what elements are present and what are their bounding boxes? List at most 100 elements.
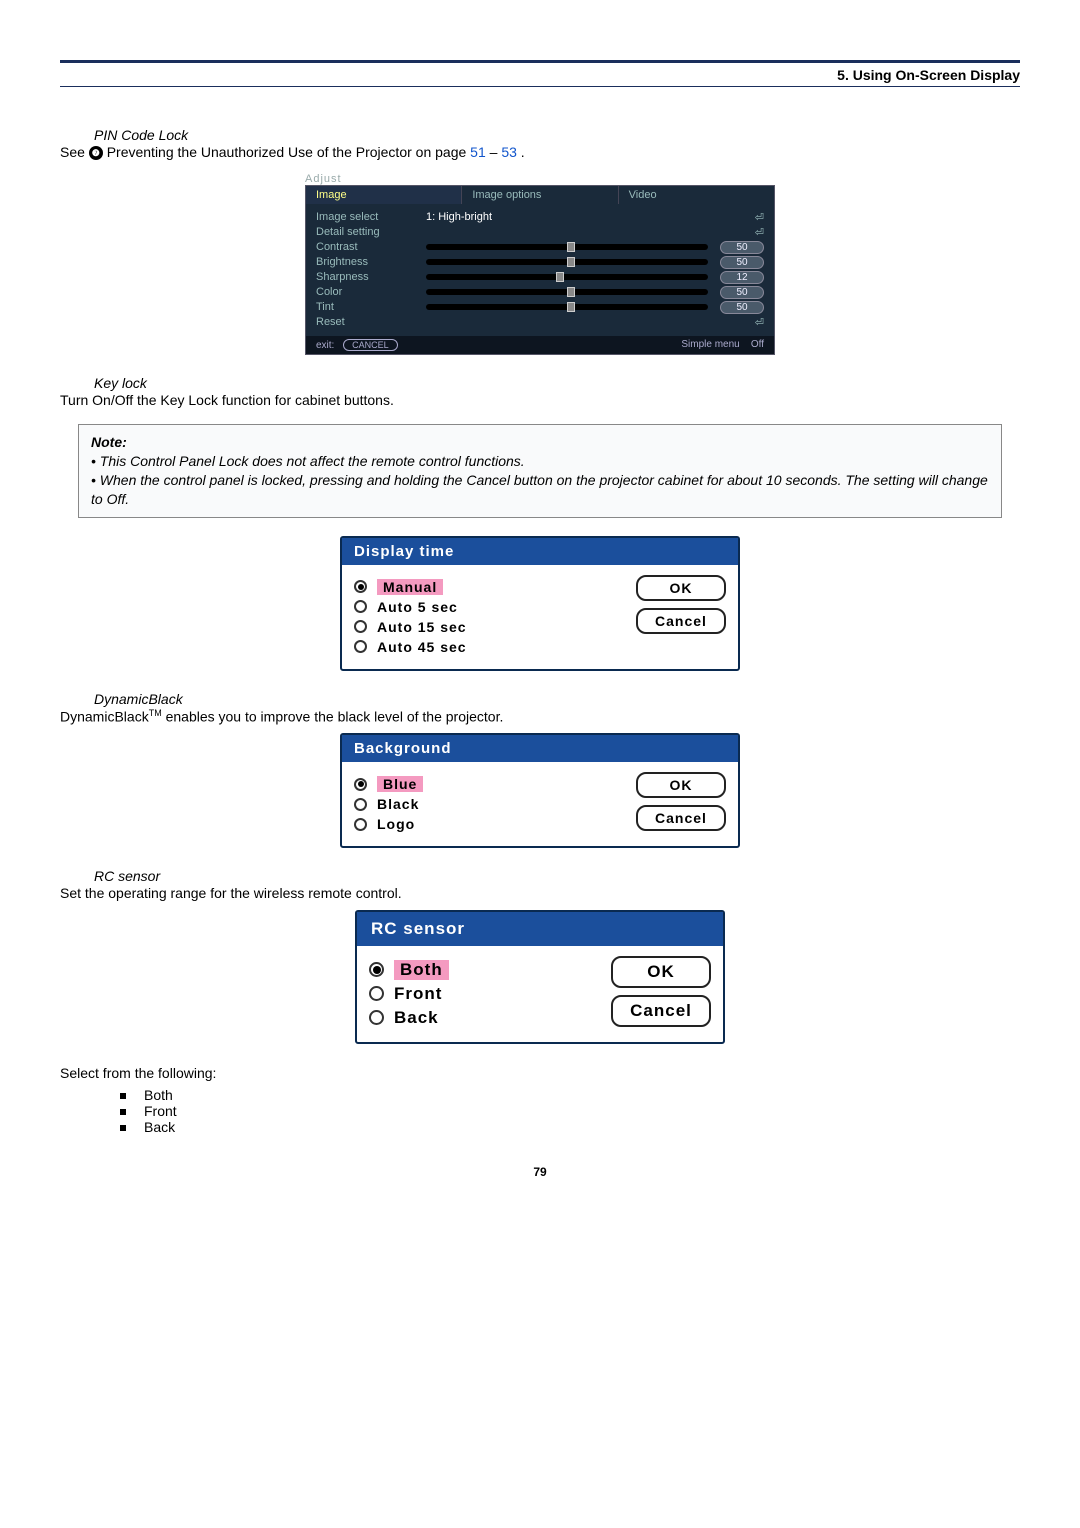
note-bullet-1: • This Control Panel Lock does not affec… <box>91 452 989 471</box>
radio-icon <box>354 798 367 811</box>
opt-auto45[interactable]: Auto 45 sec <box>354 639 636 655</box>
radio-icon <box>354 600 367 613</box>
adjust-panel: Image Image options Video Image select 1… <box>305 185 775 355</box>
value-brightness: 50 <box>720 256 764 269</box>
opt-logo-label: Logo <box>377 816 415 832</box>
opt-both[interactable]: Both <box>369 960 611 980</box>
ok-button[interactable]: OK <box>636 772 726 798</box>
tab-image-options[interactable]: Image options <box>462 186 618 204</box>
opt-auto15[interactable]: Auto 15 sec <box>354 619 636 635</box>
row-reset[interactable]: Reset ⏎ <box>316 315 764 330</box>
enter-icon: ⏎ <box>755 226 764 239</box>
radio-icon <box>354 620 367 633</box>
background-dialog: Background Blue Black Logo OK Cancel <box>340 733 740 848</box>
slider-brightness[interactable] <box>426 259 708 265</box>
opt-front-label: Front <box>394 984 442 1004</box>
opt-both-label: Both <box>394 960 449 980</box>
value-image-select: 1: High-bright <box>426 211 492 223</box>
display-time-head: Display time <box>342 538 738 565</box>
dyn-pre: DynamicBlack <box>60 708 149 724</box>
opt-manual-label: Manual <box>377 579 443 595</box>
rc-sensor-desc: Set the operating range for the wireless… <box>60 884 1020 904</box>
opt-manual[interactable]: Manual <box>354 579 636 595</box>
pin-code-lock-title: PIN Code Lock <box>94 127 1020 143</box>
row-brightness[interactable]: Brightness 50 <box>316 255 764 270</box>
simple-menu-label[interactable]: Simple menu <box>681 339 739 350</box>
opt-blue-label: Blue <box>377 776 423 792</box>
opt-back-label: Back <box>394 1008 439 1028</box>
enter-icon: ⏎ <box>755 316 764 329</box>
page-number: 79 <box>60 1165 1020 1179</box>
bullet-icon <box>120 1109 126 1115</box>
key-lock-title: Key lock <box>94 375 1020 391</box>
list-item: Both <box>120 1087 1020 1103</box>
value-contrast: 50 <box>720 241 764 254</box>
row-color[interactable]: Color 50 <box>316 285 764 300</box>
slider-sharpness[interactable] <box>426 274 708 280</box>
page-link-51[interactable]: 51 <box>470 144 486 160</box>
radio-icon <box>369 986 384 1001</box>
background-head: Background <box>342 735 738 762</box>
rc-sensor-dialog: RC sensor Both Front Back OK Cancel <box>355 910 725 1044</box>
key-lock-desc: Turn On/Off the Key Lock function for ca… <box>60 391 1020 411</box>
cancel-button[interactable]: Cancel <box>636 805 726 831</box>
radio-icon <box>354 818 367 831</box>
page-link-53[interactable]: 53 <box>501 144 517 160</box>
row-detail-setting[interactable]: Detail setting ⏎ <box>316 225 764 240</box>
bullet-icon <box>120 1093 126 1099</box>
value-sharpness: 12 <box>720 271 764 284</box>
slider-tint[interactable] <box>426 304 708 310</box>
adjust-panel-figure: Adjust Image Image options Video Image s… <box>305 173 775 355</box>
opt-auto5-label: Auto 5 sec <box>377 599 458 615</box>
exit-label: exit: <box>316 340 334 351</box>
li-back: Back <box>144 1119 175 1135</box>
label-tint: Tint <box>316 301 426 313</box>
dyn-post: enables you to improve the black level o… <box>162 708 504 724</box>
opt-auto5[interactable]: Auto 5 sec <box>354 599 636 615</box>
opt-black[interactable]: Black <box>354 796 636 812</box>
tab-video[interactable]: Video <box>619 186 774 204</box>
pin-desc-pre: See <box>60 144 89 160</box>
slider-color[interactable] <box>426 289 708 295</box>
opt-black-label: Black <box>377 796 419 812</box>
slider-contrast[interactable] <box>426 244 708 250</box>
info-icon: ❼ <box>89 146 103 160</box>
row-image-select[interactable]: Image select 1: High-bright ⏎ <box>316 210 764 225</box>
opt-back[interactable]: Back <box>369 1008 611 1028</box>
radio-icon <box>354 640 367 653</box>
radio-icon <box>369 962 384 977</box>
row-sharpness[interactable]: Sharpness 12 <box>316 270 764 285</box>
opt-front[interactable]: Front <box>369 984 611 1004</box>
value-color: 50 <box>720 286 764 299</box>
radio-icon <box>369 1010 384 1025</box>
ok-button[interactable]: OK <box>636 575 726 601</box>
li-front: Front <box>144 1103 177 1119</box>
opt-auto15-label: Auto 15 sec <box>377 619 467 635</box>
label-image-select: Image select <box>316 211 426 223</box>
dynamicblack-title: DynamicBlack <box>94 691 1020 707</box>
row-contrast[interactable]: Contrast 50 <box>316 240 764 255</box>
li-both: Both <box>144 1087 173 1103</box>
opt-logo[interactable]: Logo <box>354 816 636 832</box>
select-following: Select from the following: <box>60 1064 1020 1084</box>
section-breadcrumb: 5. Using On-Screen Display <box>837 67 1020 83</box>
list-item: Back <box>120 1119 1020 1135</box>
note-bullet-2: • When the control panel is locked, pres… <box>91 471 989 509</box>
cancel-button[interactable]: CANCEL <box>343 339 398 351</box>
value-tint: 50 <box>720 301 764 314</box>
opt-blue[interactable]: Blue <box>354 776 636 792</box>
label-brightness: Brightness <box>316 256 426 268</box>
ok-button[interactable]: OK <box>611 956 711 988</box>
label-contrast: Contrast <box>316 241 426 253</box>
adjust-title: Adjust <box>305 173 775 185</box>
tab-image[interactable]: Image <box>306 186 462 204</box>
label-detail-setting: Detail setting <box>316 226 426 238</box>
bullet-icon <box>120 1125 126 1131</box>
enter-icon: ⏎ <box>755 211 764 224</box>
row-tint[interactable]: Tint 50 <box>316 300 764 315</box>
header-rule <box>60 60 1020 63</box>
cancel-button[interactable]: Cancel <box>636 608 726 634</box>
period: . <box>521 144 525 160</box>
radio-icon <box>354 778 367 791</box>
cancel-button[interactable]: Cancel <box>611 995 711 1027</box>
